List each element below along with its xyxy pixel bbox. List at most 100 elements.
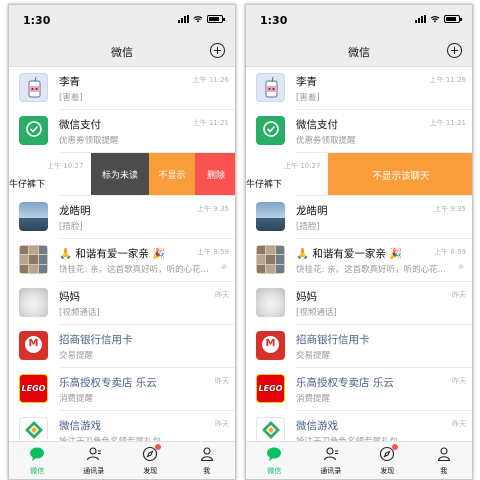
wifi-icon (193, 16, 203, 23)
plus-circle-icon[interactable] (447, 43, 462, 58)
chat-name: 龙皓明 (296, 205, 328, 217)
chat-preview: [捂脸] (59, 222, 83, 232)
chat-row-lego[interactable]: LEGO 乐高授权专卖店 乐云 消费提醒 昨天 (9, 368, 235, 411)
phone-screen-left: 1:30 微信 李青 [害羞] 上午 11:26 微信支付 优惠券领取提醒 上午… (8, 4, 236, 480)
chat-name: 李青 (296, 76, 317, 88)
chat-row-mama[interactable]: 妈妈 [视频通话] 昨天 (246, 282, 472, 325)
chat-time: 上午 11:26 (429, 76, 466, 84)
chat-name: 微信游戏 (59, 420, 101, 432)
chat-row-cmb[interactable]: 招商银行信用卡 交易提醒 (246, 325, 472, 368)
avatar: LEGO (256, 374, 285, 403)
notification-dot (155, 444, 162, 450)
tab-me[interactable]: 我 (179, 442, 236, 479)
chat-name: 妈妈 (296, 291, 317, 303)
chat-time: 上午 8:59 (434, 248, 466, 256)
person-icon (200, 447, 213, 462)
battery-icon (444, 15, 462, 23)
chat-time: 昨天 (215, 420, 229, 428)
avatar (19, 73, 48, 102)
cartoon-drink-icon (265, 76, 278, 98)
tab-contacts[interactable]: 通讯录 (303, 442, 360, 479)
chat-row-lego[interactable]: LEGO 乐高授权专卖店 乐云 消费提醒 昨天 (246, 368, 472, 411)
chat-row-longhaoming[interactable]: 龙皓明 [捂脸] 上午 9:35 (9, 196, 235, 239)
tab-label: 发现 (380, 467, 395, 475)
cartoon-drink-icon (28, 76, 41, 98)
chat-preview: 交易提醒 (59, 351, 94, 361)
hide-chat-button[interactable]: 不显示 (149, 153, 195, 196)
plus-circle-icon[interactable] (210, 43, 225, 58)
signal-icon (415, 15, 426, 23)
chat-row-family-group[interactable]: 🙏 和谐有爱一家亲 🎉 饶桂花: 亲。这首歌真好听，听的心花... 上午 8:5… (246, 239, 472, 282)
chat-name: 招商银行信用卡 (296, 334, 370, 346)
page-title: 微信 (111, 46, 133, 59)
chat-preview: [害羞] (296, 93, 320, 103)
chat-name: 🙏 和谐有爱一家亲 🎉 (59, 248, 166, 260)
chat-name: 微信支付 (59, 119, 101, 131)
lego-logo-icon: LEGO (258, 384, 283, 393)
avatar (256, 202, 285, 231)
person-icon (437, 447, 450, 462)
chat-row-swiped[interactable]: 上午 10:27 牛仔裤下 标为未读 不显示 删除 (9, 153, 235, 196)
tab-label: 我 (440, 467, 448, 475)
cmb-logo-icon (262, 336, 279, 353)
chat-row-family-group[interactable]: 🙏 和谐有爱一家亲 🎉 饶桂花: 亲。这首歌真好听，听的心花... 上午 8:5… (9, 239, 235, 282)
battery-icon (207, 15, 225, 23)
chat-preview: 牛仔裤下 (9, 180, 46, 190)
avatar (19, 331, 48, 360)
chat-row-liqing[interactable]: 李青 [害羞] 上午 11:26 (9, 67, 235, 110)
chat-preview: 消费提醒 (59, 394, 94, 404)
chat-time: 昨天 (215, 377, 229, 385)
status-time: 1:30 (23, 14, 51, 27)
contacts-icon (323, 447, 338, 461)
tab-label: 微信 (267, 467, 282, 475)
chat-row-mama[interactable]: 妈妈 [视频通话] 昨天 (9, 282, 235, 325)
confirm-hide-chat-button[interactable]: 不显示该聊天 (328, 153, 472, 196)
tab-chats[interactable]: 微信 (246, 442, 303, 479)
tab-discover[interactable]: 发现 (122, 442, 179, 479)
tab-chats[interactable]: 微信 (9, 442, 66, 479)
game-logo-icon (261, 420, 281, 444)
chat-preview: 消费提醒 (296, 394, 331, 404)
chat-bubble-icon (30, 447, 45, 461)
status-bar: 1:30 (9, 5, 235, 35)
tab-label: 我 (203, 467, 211, 475)
delete-chat-button[interactable]: 删除 (195, 153, 235, 196)
status-icons (415, 15, 462, 23)
chat-name: 龙皓明 (59, 205, 91, 217)
chat-row-longhaoming[interactable]: 龙皓明 [捂脸] 上午 9:35 (246, 196, 472, 239)
chat-time: 上午 11:21 (429, 119, 466, 127)
chat-preview: [视频通话] (296, 308, 337, 318)
notification-dot (392, 444, 399, 450)
avatar (256, 245, 285, 274)
page-title: 微信 (348, 46, 370, 59)
chat-row-swiped[interactable]: 上午 10:27 牛仔裤下 不显示该聊天 (246, 153, 472, 196)
chat-time: 昨天 (452, 291, 466, 299)
mute-bell-icon: ⊘ (221, 263, 227, 271)
game-logo-icon (24, 420, 44, 444)
tab-me[interactable]: 我 (416, 442, 473, 479)
chat-name: 乐高授权专卖店 乐云 (59, 377, 157, 389)
tab-contacts[interactable]: 通讯录 (66, 442, 123, 479)
avatar: LEGO (19, 374, 48, 403)
chat-time: 上午 8:59 (197, 248, 229, 256)
chat-preview: [视频通话] (59, 308, 100, 318)
avatar (19, 245, 48, 274)
mark-unread-button[interactable]: 标为未读 (91, 153, 149, 196)
chat-preview: 优惠券领取提醒 (59, 136, 119, 146)
tab-discover[interactable]: 发现 (359, 442, 416, 479)
chat-row-wechat-pay[interactable]: 微信支付 优惠券领取提醒 上午 11:21 (9, 110, 235, 153)
chat-row-liqing[interactable]: 李青 [害羞] 上午 11:26 (246, 67, 472, 110)
avatar (19, 116, 48, 145)
tab-label: 通讯录 (83, 467, 105, 475)
avatar (19, 288, 48, 317)
chat-name: 招商银行信用卡 (59, 334, 133, 346)
chat-row-wechat-pay[interactable]: 微信支付 优惠券领取提醒 上午 11:21 (246, 110, 472, 153)
chat-preview: 交易提醒 (296, 351, 331, 361)
chat-time: 昨天 (452, 420, 466, 428)
chat-row-cmb[interactable]: 招商银行信用卡 交易提醒 (9, 325, 235, 368)
chat-preview: 牛仔裤下 (246, 180, 283, 190)
avatar (256, 331, 285, 360)
status-time: 1:30 (260, 14, 288, 27)
signal-icon (178, 15, 189, 23)
chat-name: 李青 (59, 76, 80, 88)
